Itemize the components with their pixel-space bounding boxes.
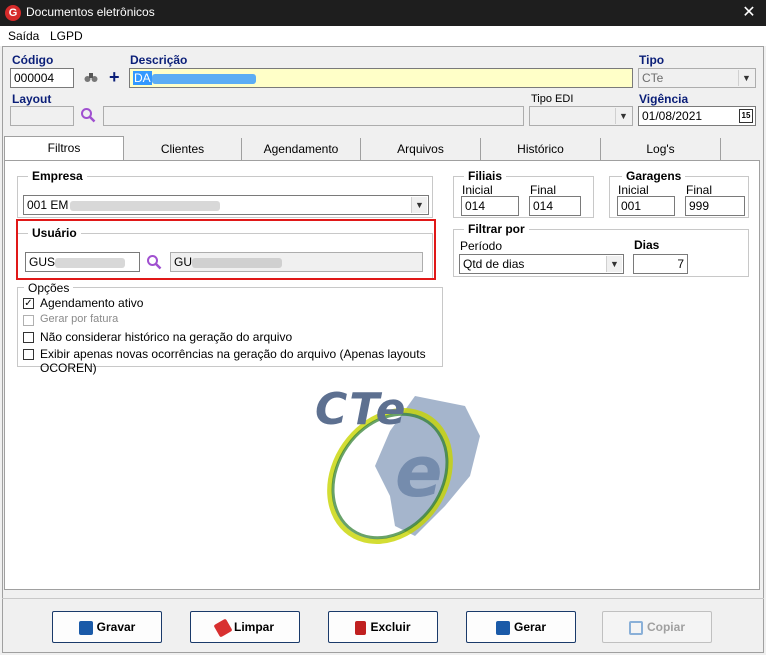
filtrar-por-group: Filtrar por Período Dias Qtd de dias ▼ 7 xyxy=(453,222,749,277)
gerar-button[interactable]: Gerar xyxy=(466,611,576,643)
opcoes-group: Opções ✓ Agendamento ativo Gerar por fat… xyxy=(17,281,443,375)
filiais-inicial-field[interactable]: 014 xyxy=(461,196,519,216)
periodo-select[interactable]: Qtd de dias ▼ xyxy=(459,254,624,274)
chevron-down-icon: ▼ xyxy=(615,108,631,124)
vigencia-value: 01/08/2021 xyxy=(642,109,703,123)
garagens-inicial-label: Inicial xyxy=(618,183,649,197)
checkbox-agendamento-ativo[interactable]: ✓ xyxy=(23,298,34,309)
garagens-title: Garagens xyxy=(622,169,686,183)
menu-bar: Saída LGPD xyxy=(0,26,766,46)
vigencia-label: Vigência xyxy=(639,92,689,106)
binoculars-icon[interactable] xyxy=(84,71,98,86)
calendar-icon[interactable]: 15 xyxy=(739,109,753,123)
empresa-group: Empresa 001 EM ▼ xyxy=(17,169,433,218)
search-icon[interactable] xyxy=(80,107,96,126)
dias-field[interactable]: 7 xyxy=(633,254,688,274)
trash-icon xyxy=(355,620,367,635)
footer-divider xyxy=(2,598,764,599)
garagens-final-field[interactable]: 999 xyxy=(685,196,745,216)
svg-text:e: e xyxy=(395,431,442,513)
empresa-value: 001 EM xyxy=(27,198,69,212)
tipo-edi-label: Tipo EDI xyxy=(531,93,574,105)
tipo-label: Tipo xyxy=(639,53,665,67)
tab-arquivos[interactable]: Arquivos xyxy=(361,138,481,160)
codigo-label: Código xyxy=(12,53,54,67)
tab-historico[interactable]: Histórico xyxy=(481,138,601,160)
close-icon[interactable]: ✕ xyxy=(732,0,766,26)
empresa-select[interactable]: 001 EM ▼ xyxy=(23,195,429,215)
vigencia-field[interactable]: 01/08/2021 15 xyxy=(638,106,756,126)
periodo-label: Período xyxy=(460,239,503,253)
dias-label: Dias xyxy=(634,238,660,252)
gerar-label: Gerar xyxy=(513,620,547,634)
excluir-button[interactable]: Excluir xyxy=(328,611,438,643)
tab-agendamento[interactable]: Agendamento xyxy=(242,138,361,160)
checkbox-gerar-por-fatura[interactable] xyxy=(23,315,34,326)
garagens-group: Garagens Inicial Final 001 999 xyxy=(609,169,749,218)
exibir-novas-ocorrencias-label: Exibir apenas novas ocorrências na geraç… xyxy=(40,347,426,375)
gravar-button[interactable]: Gravar xyxy=(52,611,162,643)
empresa-title: Empresa xyxy=(28,169,87,183)
garagens-final-label: Final xyxy=(686,183,713,197)
filiais-final-label: Final xyxy=(530,183,557,197)
filiais-group: Filiais Inicial Final 014 014 xyxy=(453,169,594,218)
app-logo-icon: G xyxy=(5,5,21,21)
thumbs-up-icon xyxy=(495,620,510,635)
cte-logo-text: CTe xyxy=(315,384,408,435)
descricao-value: DA xyxy=(133,71,152,85)
save-icon xyxy=(78,620,93,635)
cte-logo: e CTe xyxy=(295,384,495,546)
tab-clientes[interactable]: Clientes xyxy=(124,138,242,160)
tipo-value: CTe xyxy=(642,71,664,85)
copy-icon xyxy=(628,620,643,635)
garagens-inicial-field[interactable]: 001 xyxy=(617,196,675,216)
filiais-inicial-label: Inicial xyxy=(462,183,493,197)
tipo-select[interactable]: CTe ▼ xyxy=(638,68,756,88)
checkbox-exibir-novas-ocorrencias[interactable] xyxy=(23,349,34,360)
title-bar: G Documentos eletrônicos ✕ xyxy=(0,0,766,26)
layout-label: Layout xyxy=(12,92,52,106)
menu-item-saida[interactable]: Saída xyxy=(8,29,39,43)
eraser-icon xyxy=(213,618,233,638)
excluir-label: Excluir xyxy=(370,620,411,634)
descricao-label: Descrição xyxy=(130,53,188,67)
layout-name-field[interactable] xyxy=(103,106,524,126)
limpar-label: Limpar xyxy=(233,620,274,634)
chevron-down-icon: ▼ xyxy=(606,256,622,272)
gravar-label: Gravar xyxy=(96,620,136,634)
periodo-value: Qtd de dias xyxy=(463,257,525,271)
add-icon[interactable]: + xyxy=(109,67,120,88)
menu-item-lgpd[interactable]: LGPD xyxy=(50,29,83,43)
filtrar-por-title: Filtrar por xyxy=(464,222,529,236)
filiais-final-field[interactable]: 014 xyxy=(529,196,581,216)
window-title: Documentos eletrônicos xyxy=(26,5,155,19)
redacted-blur xyxy=(151,73,256,84)
checkbox-nao-considerar-historico[interactable] xyxy=(23,332,34,343)
copiar-button[interactable]: Copiar xyxy=(602,611,712,643)
gerar-por-fatura-label: Gerar por fatura xyxy=(40,313,119,325)
usuario-highlight-box xyxy=(16,219,436,280)
layout-code-field[interactable] xyxy=(10,106,74,126)
opcoes-title: Opções xyxy=(24,281,74,295)
tab-bar: Filtros Clientes Agendamento Arquivos Hi… xyxy=(4,136,760,160)
agendamento-ativo-label: Agendamento ativo xyxy=(40,296,144,310)
tab-logs[interactable]: Log's xyxy=(601,138,721,160)
codigo-field[interactable]: 000004 xyxy=(10,68,74,88)
tipo-edi-select[interactable]: ▼ xyxy=(529,106,633,126)
limpar-button[interactable]: Limpar xyxy=(190,611,300,643)
redacted-blur xyxy=(70,200,221,211)
chevron-down-icon: ▼ xyxy=(411,197,427,213)
tab-filtros[interactable]: Filtros xyxy=(4,136,124,160)
filiais-title: Filiais xyxy=(464,169,507,183)
copiar-label: Copiar xyxy=(646,620,685,634)
descricao-field[interactable]: DA xyxy=(129,68,633,88)
nao-considerar-historico-label: Não considerar histórico na geração do a… xyxy=(40,330,293,344)
chevron-down-icon: ▼ xyxy=(738,70,754,86)
